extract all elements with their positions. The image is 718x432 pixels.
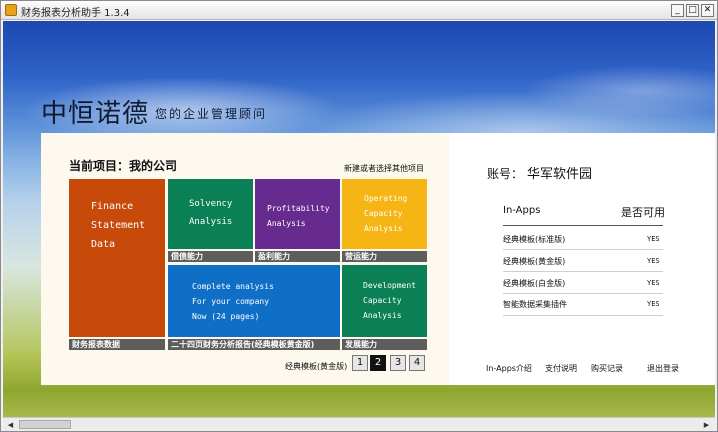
available-header: 是否可用 [621, 206, 665, 219]
maximize-button[interactable]: □ [686, 4, 699, 17]
row-divider [503, 249, 663, 250]
scroll-thumb[interactable] [19, 420, 71, 429]
app-icon [5, 4, 17, 16]
inapp-name: 经典模板(黄金版) [503, 257, 566, 266]
tile-line: Finance [91, 201, 134, 212]
page-button-1[interactable]: 1 [352, 355, 368, 371]
header-divider [503, 225, 663, 226]
page-button-2[interactable]: 2 [370, 355, 386, 371]
inapp-status: YES [647, 257, 660, 265]
pager-label: 经典模板(黄金版) [285, 362, 348, 371]
tile-line: For your company [192, 297, 270, 306]
inapp-status: YES [647, 300, 660, 308]
row-divider [503, 271, 663, 272]
horizontal-scrollbar[interactable]: ◀ ▶ [3, 417, 715, 431]
inapp-name: 智能数据采集插件 [503, 300, 567, 309]
page-button-4[interactable]: 4 [409, 355, 425, 371]
select-project-link[interactable]: 新建或者选择其他项目 [344, 163, 424, 174]
window-title: 财务报表分析助手 1.3.4 [21, 8, 130, 19]
app-window: 财务报表分析助手 1.3.4 _ □ ✕ 中恒诺德 您的企业管理顾问 当前项目：… [0, 0, 718, 432]
scroll-right-icon[interactable]: ▶ [700, 419, 713, 431]
tile-line: Now (24 pages) [192, 312, 260, 321]
inapp-name: 经典模板(标准版) [503, 235, 566, 244]
payment-info-link[interactable]: 支付说明 [545, 363, 577, 374]
project-panel: 当前项目：我的公司 新建或者选择其他项目 Finance Statement D… [41, 133, 449, 385]
tile-line: Statement [91, 220, 146, 231]
finance-caption: 财务报表数据 [69, 339, 165, 350]
complete-analysis-caption: 二十四页财务分析报告(经典模板黄金版) [168, 339, 340, 350]
tile-line: Operating [364, 194, 408, 203]
tile-line: Analysis [363, 311, 402, 320]
page-button-3[interactable]: 3 [390, 355, 406, 371]
logout-link[interactable]: 退出登录 [647, 363, 679, 374]
operating-caption: 营运能力 [342, 251, 427, 262]
inapp-status: YES [647, 279, 660, 287]
tile-line: Capacity [364, 209, 403, 218]
development-capacity-tile[interactable]: Development Capacity Analysis [342, 265, 427, 337]
title-bar[interactable]: 财务报表分析助手 1.3.4 _ □ ✕ [1, 1, 717, 20]
brand-slogan: 您的企业管理顾问 [155, 107, 268, 121]
tile-line: Development [363, 281, 416, 290]
tile-line: Analysis [267, 219, 306, 228]
tile-line: Capacity [363, 296, 402, 305]
tile-line: Complete analysis [192, 282, 274, 291]
scroll-left-icon[interactable]: ◀ [4, 419, 17, 431]
current-project-label: 当前项目：我的公司 [69, 159, 178, 173]
profitability-caption: 盈利能力 [255, 251, 340, 262]
tile-line: Analysis [189, 217, 233, 227]
finance-statement-tile[interactable]: Finance Statement Data [69, 179, 165, 337]
solvency-caption: 偿债能力 [168, 251, 253, 262]
tile-line: Analysis [364, 224, 403, 233]
tile-line: Data [91, 239, 116, 250]
account-label: 账号： [487, 167, 524, 181]
complete-analysis-tile[interactable]: Complete analysis For your company Now (… [168, 265, 340, 337]
operating-capacity-tile[interactable]: Operating Capacity Analysis [342, 179, 427, 249]
close-button[interactable]: ✕ [701, 4, 714, 17]
profitability-tile[interactable]: Profitability Analysis [255, 179, 340, 249]
account-value: 华军软件园 [527, 167, 593, 182]
tile-line: Profitability [267, 204, 330, 213]
inapps-intro-link[interactable]: In-Apps介绍 [486, 363, 532, 374]
inapps-header: In-Apps [503, 205, 541, 216]
main-area: 中恒诺德 您的企业管理顾问 当前项目：我的公司 新建或者选择其他项目 Finan… [3, 21, 715, 417]
inapp-name: 经典模板(白金版) [503, 279, 566, 288]
tile-line: Solvency [189, 199, 233, 209]
solvency-tile[interactable]: Solvency Analysis [168, 179, 253, 249]
account-panel: 账号： 华军软件园 In-Apps 是否可用 经典模板(标准版) YES 经典模… [449, 133, 715, 385]
purchase-history-link[interactable]: 购买记录 [591, 363, 623, 374]
row-divider [503, 293, 663, 294]
brand-name: 中恒诺德 [41, 99, 150, 129]
inapp-status: YES [647, 235, 660, 243]
minimize-button[interactable]: _ [671, 4, 684, 17]
development-caption: 发展能力 [342, 339, 427, 350]
row-divider [503, 315, 663, 316]
